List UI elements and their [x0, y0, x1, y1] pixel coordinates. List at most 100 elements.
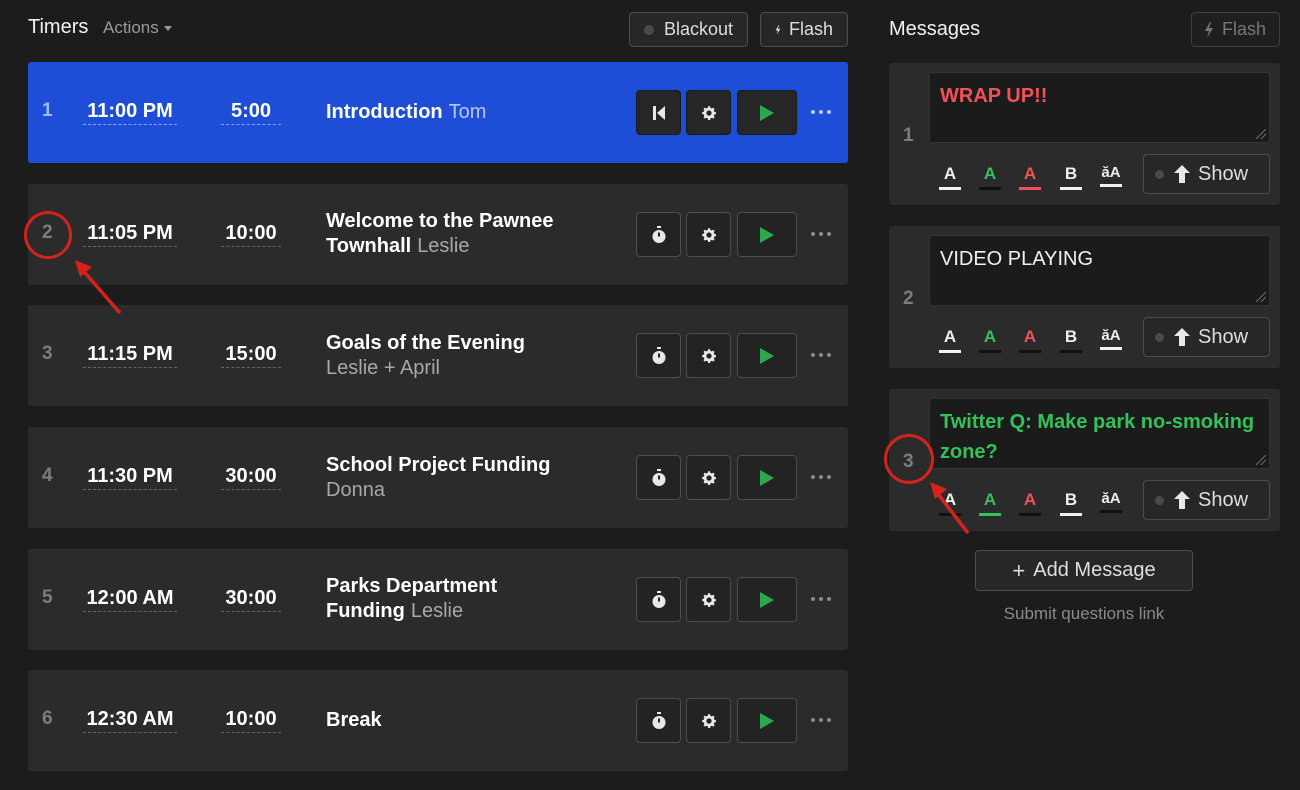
more-options-icon[interactable]: [811, 224, 831, 244]
timer-duration[interactable]: 30:00: [221, 587, 281, 612]
timer-mode-button[interactable]: [636, 577, 681, 622]
timer-duration[interactable]: 5:00: [221, 100, 281, 125]
show-message-button[interactable]: Show: [1143, 317, 1270, 357]
bold-button[interactable]: B: [1060, 490, 1082, 516]
timer-index: 1: [42, 100, 53, 121]
timer-row[interactable]: 2 11:05 PM 10:00 Welcome to the Pawnee T…: [28, 184, 848, 285]
uppercase-button[interactable]: ăA: [1100, 327, 1122, 350]
reset-button[interactable]: [636, 90, 681, 135]
more-options-icon[interactable]: [811, 467, 831, 487]
annotation-circle: [24, 211, 72, 259]
settings-button[interactable]: [686, 212, 731, 257]
status-dot-icon: [644, 24, 654, 35]
timer-duration[interactable]: 30:00: [221, 465, 281, 490]
settings-button[interactable]: [686, 90, 731, 135]
timer-title-block: School Project Funding Donna: [326, 453, 616, 503]
add-message-label: Add Message: [1033, 559, 1156, 581]
stopwatch-icon: [652, 590, 665, 608]
message-text-input[interactable]: Twitter Q: Make park no-smoking zone?: [929, 398, 1270, 469]
color-green-button[interactable]: A: [979, 327, 1001, 353]
more-options-icon[interactable]: [811, 345, 831, 365]
settings-button[interactable]: [686, 455, 731, 500]
timer-title: Break: [326, 709, 382, 731]
message-card: 2 VIDEO PLAYING A A A B ăA Show: [889, 226, 1280, 368]
timer-row[interactable]: 4 11:30 PM 30:00 School Project Funding …: [28, 427, 848, 528]
blackout-button[interactable]: Blackout: [629, 12, 748, 47]
show-label: Show: [1198, 325, 1249, 348]
timer-start-time[interactable]: 12:00 AM: [83, 587, 177, 612]
gear-icon: [701, 105, 716, 120]
color-red-button[interactable]: A: [1019, 164, 1041, 190]
color-white-button[interactable]: A: [939, 164, 961, 190]
timer-mode-button[interactable]: [636, 698, 681, 743]
timer-duration[interactable]: 15:00: [221, 343, 281, 368]
timer-mode-button[interactable]: [636, 333, 681, 378]
settings-button[interactable]: [686, 698, 731, 743]
timer-start-time[interactable]: 12:30 AM: [83, 708, 177, 733]
timer-mode-button[interactable]: [636, 455, 681, 500]
color-red-button[interactable]: A: [1019, 490, 1041, 516]
messages-flash-button[interactable]: Flash: [1191, 12, 1280, 47]
stopwatch-icon: [652, 711, 665, 729]
message-text: VIDEO PLAYING: [940, 248, 1094, 270]
arrow-up-icon: [1174, 491, 1190, 509]
timer-start-time[interactable]: 11:30 PM: [83, 465, 177, 490]
resize-handle-icon[interactable]: [1256, 292, 1266, 302]
more-options-icon[interactable]: [811, 710, 831, 730]
submit-questions-link[interactable]: Submit questions link: [975, 604, 1193, 624]
bold-button[interactable]: B: [1060, 164, 1082, 190]
color-green-button[interactable]: A: [979, 164, 1001, 190]
timer-row[interactable]: 1 11:00 PM 5:00 Introduction Tom: [28, 62, 848, 163]
actions-dropdown[interactable]: Actions: [103, 18, 172, 38]
settings-button[interactable]: [686, 577, 731, 622]
status-dot-icon: [1155, 169, 1164, 179]
add-message-button[interactable]: + Add Message: [975, 550, 1193, 591]
timer-title-block: Introduction Tom: [326, 100, 616, 125]
play-icon: [760, 104, 774, 121]
timer-row[interactable]: 6 12:30 AM 10:00 Break: [28, 670, 848, 771]
timer-row[interactable]: 3 11:15 PM 15:00 Goals of the Evening Le…: [28, 305, 848, 406]
color-green-button[interactable]: A: [979, 490, 1001, 516]
color-red-button[interactable]: A: [1019, 327, 1041, 353]
timer-duration[interactable]: 10:00: [221, 222, 281, 247]
timer-speaker: Leslie + April: [326, 357, 440, 379]
uppercase-button[interactable]: ăA: [1100, 164, 1122, 187]
stopwatch-icon: [652, 468, 665, 486]
more-options-icon[interactable]: [811, 102, 831, 122]
gear-icon: [701, 348, 716, 363]
timer-title: Goals of the Evening: [326, 332, 525, 354]
timer-mode-button[interactable]: [636, 212, 681, 257]
blackout-label: Blackout: [663, 19, 733, 39]
resize-handle-icon[interactable]: [1256, 129, 1266, 139]
show-message-button[interactable]: Show: [1143, 480, 1270, 520]
play-icon: [760, 347, 774, 364]
color-white-button[interactable]: A: [939, 327, 961, 353]
message-text-input[interactable]: VIDEO PLAYING: [929, 235, 1270, 306]
flash-button[interactable]: Flash: [760, 12, 848, 47]
uppercase-button[interactable]: ăA: [1100, 490, 1122, 513]
start-button[interactable]: [737, 698, 797, 743]
start-button[interactable]: [737, 577, 797, 622]
status-dot-icon: [1155, 495, 1164, 505]
timer-row[interactable]: 5 12:00 AM 30:00 Parks Department Fundin…: [28, 549, 848, 650]
timer-title-block: Welcome to the Pawnee Townhall Leslie: [326, 209, 616, 259]
timer-duration[interactable]: 10:00: [221, 708, 281, 733]
message-text-input[interactable]: WRAP UP!!: [929, 72, 1270, 143]
show-message-button[interactable]: Show: [1143, 154, 1270, 194]
arrow-up-icon: [1174, 165, 1190, 183]
timer-start-time[interactable]: 11:05 PM: [83, 222, 177, 247]
timer-index: 4: [42, 465, 53, 486]
show-label: Show: [1198, 488, 1249, 511]
bold-button[interactable]: B: [1060, 327, 1082, 353]
timer-start-time[interactable]: 11:15 PM: [83, 343, 177, 368]
start-button[interactable]: [737, 333, 797, 378]
gear-icon: [701, 713, 716, 728]
start-button[interactable]: [737, 455, 797, 500]
timer-speaker: Leslie: [417, 235, 470, 257]
start-button[interactable]: [737, 212, 797, 257]
timer-start-time[interactable]: 11:00 PM: [83, 100, 177, 125]
more-options-icon[interactable]: [811, 589, 831, 609]
resize-handle-icon[interactable]: [1256, 455, 1266, 465]
start-button[interactable]: [737, 90, 797, 135]
settings-button[interactable]: [686, 333, 731, 378]
